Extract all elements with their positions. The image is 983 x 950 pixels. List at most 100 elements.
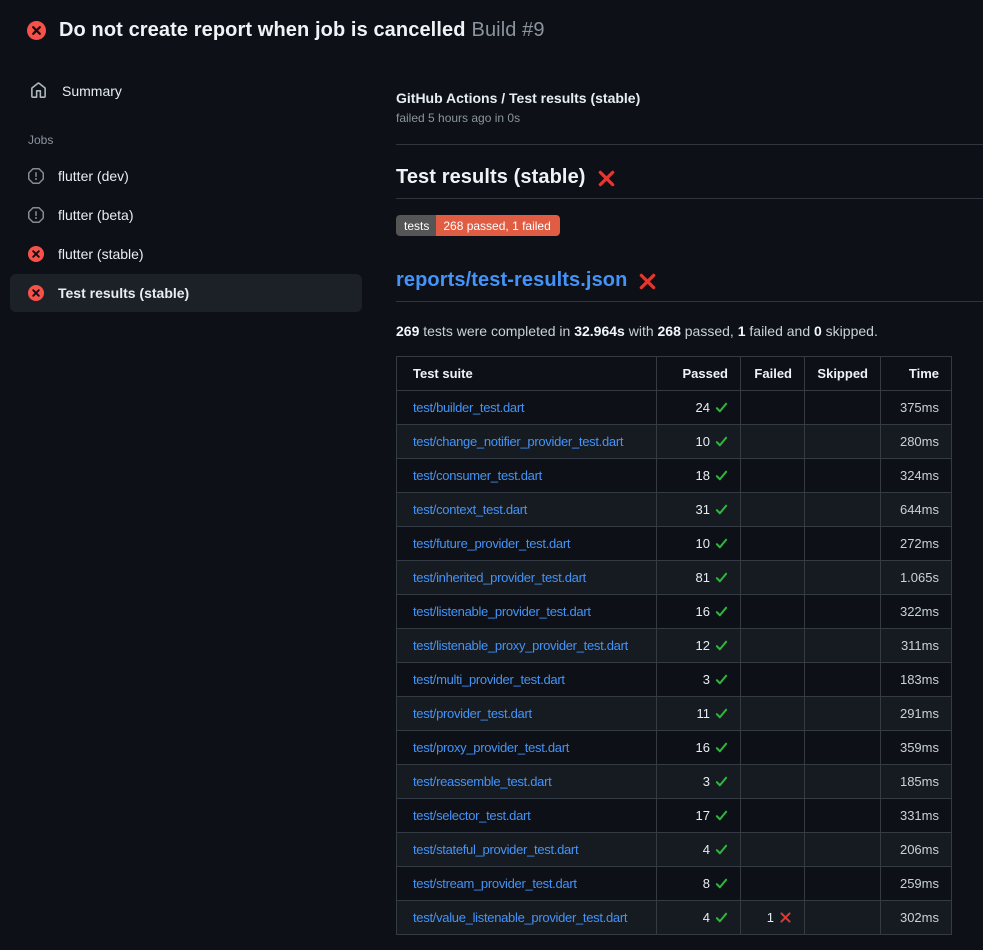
time-cell: 183ms	[881, 663, 952, 697]
failed-cell	[741, 561, 805, 595]
x-circle-icon	[27, 21, 46, 40]
sidebar-item-flutter-dev[interactable]: flutter (dev)	[10, 157, 362, 195]
time-cell: 1.065s	[881, 561, 952, 595]
col-skipped: Skipped	[805, 357, 881, 391]
passed-cell: 16	[657, 731, 741, 765]
total-duration: 32.964s	[574, 323, 625, 339]
check-icon	[715, 775, 728, 788]
skipped-cell	[805, 561, 881, 595]
suite-link[interactable]: test/inherited_provider_test.dart	[413, 570, 586, 585]
suite-cell: test/stateful_provider_test.dart	[397, 833, 657, 867]
failed-count: 1	[738, 323, 746, 339]
passed-cell: 10	[657, 527, 741, 561]
job-label: Test results (stable)	[58, 285, 189, 301]
total-tests: 269	[396, 323, 419, 339]
sidebar-item-test-results-stable[interactable]: Test results (stable)	[10, 274, 362, 312]
suite-link[interactable]: test/value_listenable_provider_test.dart	[413, 910, 627, 925]
suite-cell: test/listenable_provider_test.dart	[397, 595, 657, 629]
passed-cell: 17	[657, 799, 741, 833]
failed-cell	[741, 459, 805, 493]
table-row: test/selector_test.dart 17 331ms	[397, 799, 952, 833]
check-icon	[715, 537, 728, 550]
sidebar-item-flutter-stable[interactable]: flutter (stable)	[10, 235, 362, 273]
suite-link[interactable]: test/stream_provider_test.dart	[413, 876, 577, 891]
check-icon	[715, 911, 728, 924]
failed-cell	[741, 867, 805, 901]
suite-link[interactable]: test/future_provider_test.dart	[413, 536, 570, 551]
check-icon	[715, 741, 728, 754]
skipped-cell	[805, 663, 881, 697]
run-status-line: failed 5 hours ago in 0s	[396, 111, 983, 125]
time-cell: 375ms	[881, 391, 952, 425]
build-number: Build #9	[472, 19, 545, 41]
skipped-cell	[805, 425, 881, 459]
check-icon	[715, 639, 728, 652]
check-icon	[715, 435, 728, 448]
failed-cell	[741, 833, 805, 867]
suite-link[interactable]: test/builder_test.dart	[413, 400, 524, 415]
suite-link[interactable]: test/reassemble_test.dart	[413, 774, 551, 789]
time-cell: 331ms	[881, 799, 952, 833]
suite-cell: test/selector_test.dart	[397, 799, 657, 833]
table-header-row: Test suite Passed Failed Skipped Time	[397, 357, 952, 391]
suite-link[interactable]: test/multi_provider_test.dart	[413, 672, 565, 687]
suite-link[interactable]: test/listenable_proxy_provider_test.dart	[413, 638, 628, 653]
badge-label: tests	[396, 215, 436, 236]
suite-link[interactable]: test/selector_test.dart	[413, 808, 530, 823]
suite-link[interactable]: test/context_test.dart	[413, 502, 527, 517]
job-label: flutter (beta)	[58, 207, 133, 223]
sidebar-item-flutter-beta[interactable]: flutter (beta)	[10, 196, 362, 234]
skipped-cell	[805, 731, 881, 765]
skipped-count: 0	[814, 323, 822, 339]
failed-cell	[741, 663, 805, 697]
suite-link[interactable]: test/listenable_provider_test.dart	[413, 604, 591, 619]
section-heading: Test results (stable)	[396, 166, 983, 199]
table-row: test/consumer_test.dart 18 324ms	[397, 459, 952, 493]
suite-cell: test/proxy_provider_test.dart	[397, 731, 657, 765]
sidebar-item-summary[interactable]: Summary	[28, 78, 352, 103]
job-label: flutter (stable)	[58, 246, 144, 262]
passed-cell: 3	[657, 765, 741, 799]
summary-label: Summary	[62, 83, 122, 99]
suite-link[interactable]: test/stateful_provider_test.dart	[413, 842, 578, 857]
time-cell: 359ms	[881, 731, 952, 765]
passed-cell: 8	[657, 867, 741, 901]
time-cell: 259ms	[881, 867, 952, 901]
table-row: test/proxy_provider_test.dart 16 359ms	[397, 731, 952, 765]
jobs-section-label: Jobs	[28, 133, 352, 147]
table-row: test/reassemble_test.dart 3 185ms	[397, 765, 952, 799]
time-cell: 324ms	[881, 459, 952, 493]
sidebar: Summary Jobs flutter (dev) flutter (beta…	[0, 54, 380, 313]
failed-cell	[741, 493, 805, 527]
divider	[396, 144, 983, 145]
table-row: test/multi_provider_test.dart 3 183ms	[397, 663, 952, 697]
table-row: test/stateful_provider_test.dart 4 206ms	[397, 833, 952, 867]
suite-cell: test/change_notifier_provider_test.dart	[397, 425, 657, 459]
table-row: test/listenable_provider_test.dart 16 32…	[397, 595, 952, 629]
failed-cell	[741, 391, 805, 425]
suite-link[interactable]: test/provider_test.dart	[413, 706, 532, 721]
skipped-cell	[805, 799, 881, 833]
check-icon	[715, 605, 728, 618]
skipped-cell	[805, 527, 881, 561]
main-content: GitHub Actions / Test results (stable) f…	[380, 54, 983, 935]
run-title: Do not create report when job is cancell…	[59, 19, 466, 41]
time-cell: 322ms	[881, 595, 952, 629]
summary-sentence: 269 tests were completed in 32.964s with…	[396, 323, 983, 339]
table-row: test/future_provider_test.dart 10 272ms	[397, 527, 952, 561]
suite-cell: test/listenable_proxy_provider_test.dart	[397, 629, 657, 663]
suite-cell: test/value_listenable_provider_test.dart	[397, 901, 657, 935]
col-test-suite: Test suite	[397, 357, 657, 391]
suite-link[interactable]: test/consumer_test.dart	[413, 468, 542, 483]
x-circle-icon	[28, 285, 44, 301]
failed-cell	[741, 799, 805, 833]
suite-link[interactable]: test/change_notifier_provider_test.dart	[413, 434, 623, 449]
suite-link[interactable]: test/proxy_provider_test.dart	[413, 740, 569, 755]
passed-cell: 4	[657, 901, 741, 935]
skipped-cell	[805, 765, 881, 799]
check-icon	[715, 707, 728, 720]
table-row: test/listenable_proxy_provider_test.dart…	[397, 629, 952, 663]
report-file-link[interactable]: reports/test-results.json	[396, 269, 627, 292]
passed-cell: 16	[657, 595, 741, 629]
suite-cell: test/builder_test.dart	[397, 391, 657, 425]
